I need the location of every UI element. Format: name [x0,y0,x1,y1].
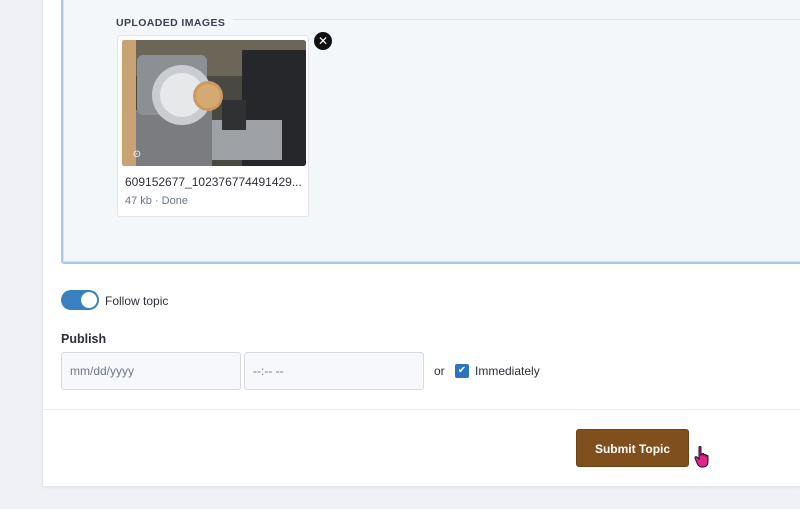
topic-form-card: UPLOADED IMAGES ⊙ 609152677_102376774491… [42,0,800,487]
uploaded-images-header: UPLOADED IMAGES [116,13,800,29]
follow-topic-label: Follow topic [105,294,169,308]
thumbnail-photo [122,40,306,166]
uploaded-image-card: ⊙ 609152677_102376774491429... 47 kb · D… [117,35,309,217]
or-label: or [434,364,445,378]
uploaded-file-meta: 47 kb · Done [125,195,188,207]
image-preview-icon: ⊙ [132,149,142,160]
publish-label: Publish [61,332,107,346]
follow-topic-toggle[interactable] [61,290,99,310]
remove-image-button[interactable]: ✕ [314,32,332,50]
publish-date-input[interactable]: mm/dd/yyyy [61,352,241,390]
immediately-checkbox[interactable]: ✔ [455,364,469,378]
uploaded-images-title: UPLOADED IMAGES [116,17,234,29]
checkmark-icon: ✔ [457,365,467,376]
immediately-label: Immediately [475,364,540,378]
close-icon: ✕ [317,34,329,48]
uploaded-image-thumbnail[interactable]: ⊙ [122,40,306,166]
upload-dropzone[interactable]: UPLOADED IMAGES ⊙ 609152677_102376774491… [61,0,800,264]
toggle-knob [81,292,97,308]
submit-topic-button[interactable]: Submit Topic [576,429,689,467]
uploaded-file-name: 609152677_102376774491429... [125,175,302,189]
publish-time-input[interactable]: --:-- -- [244,352,424,390]
hand-pointer-icon [694,446,709,468]
form-divider [43,409,800,410]
